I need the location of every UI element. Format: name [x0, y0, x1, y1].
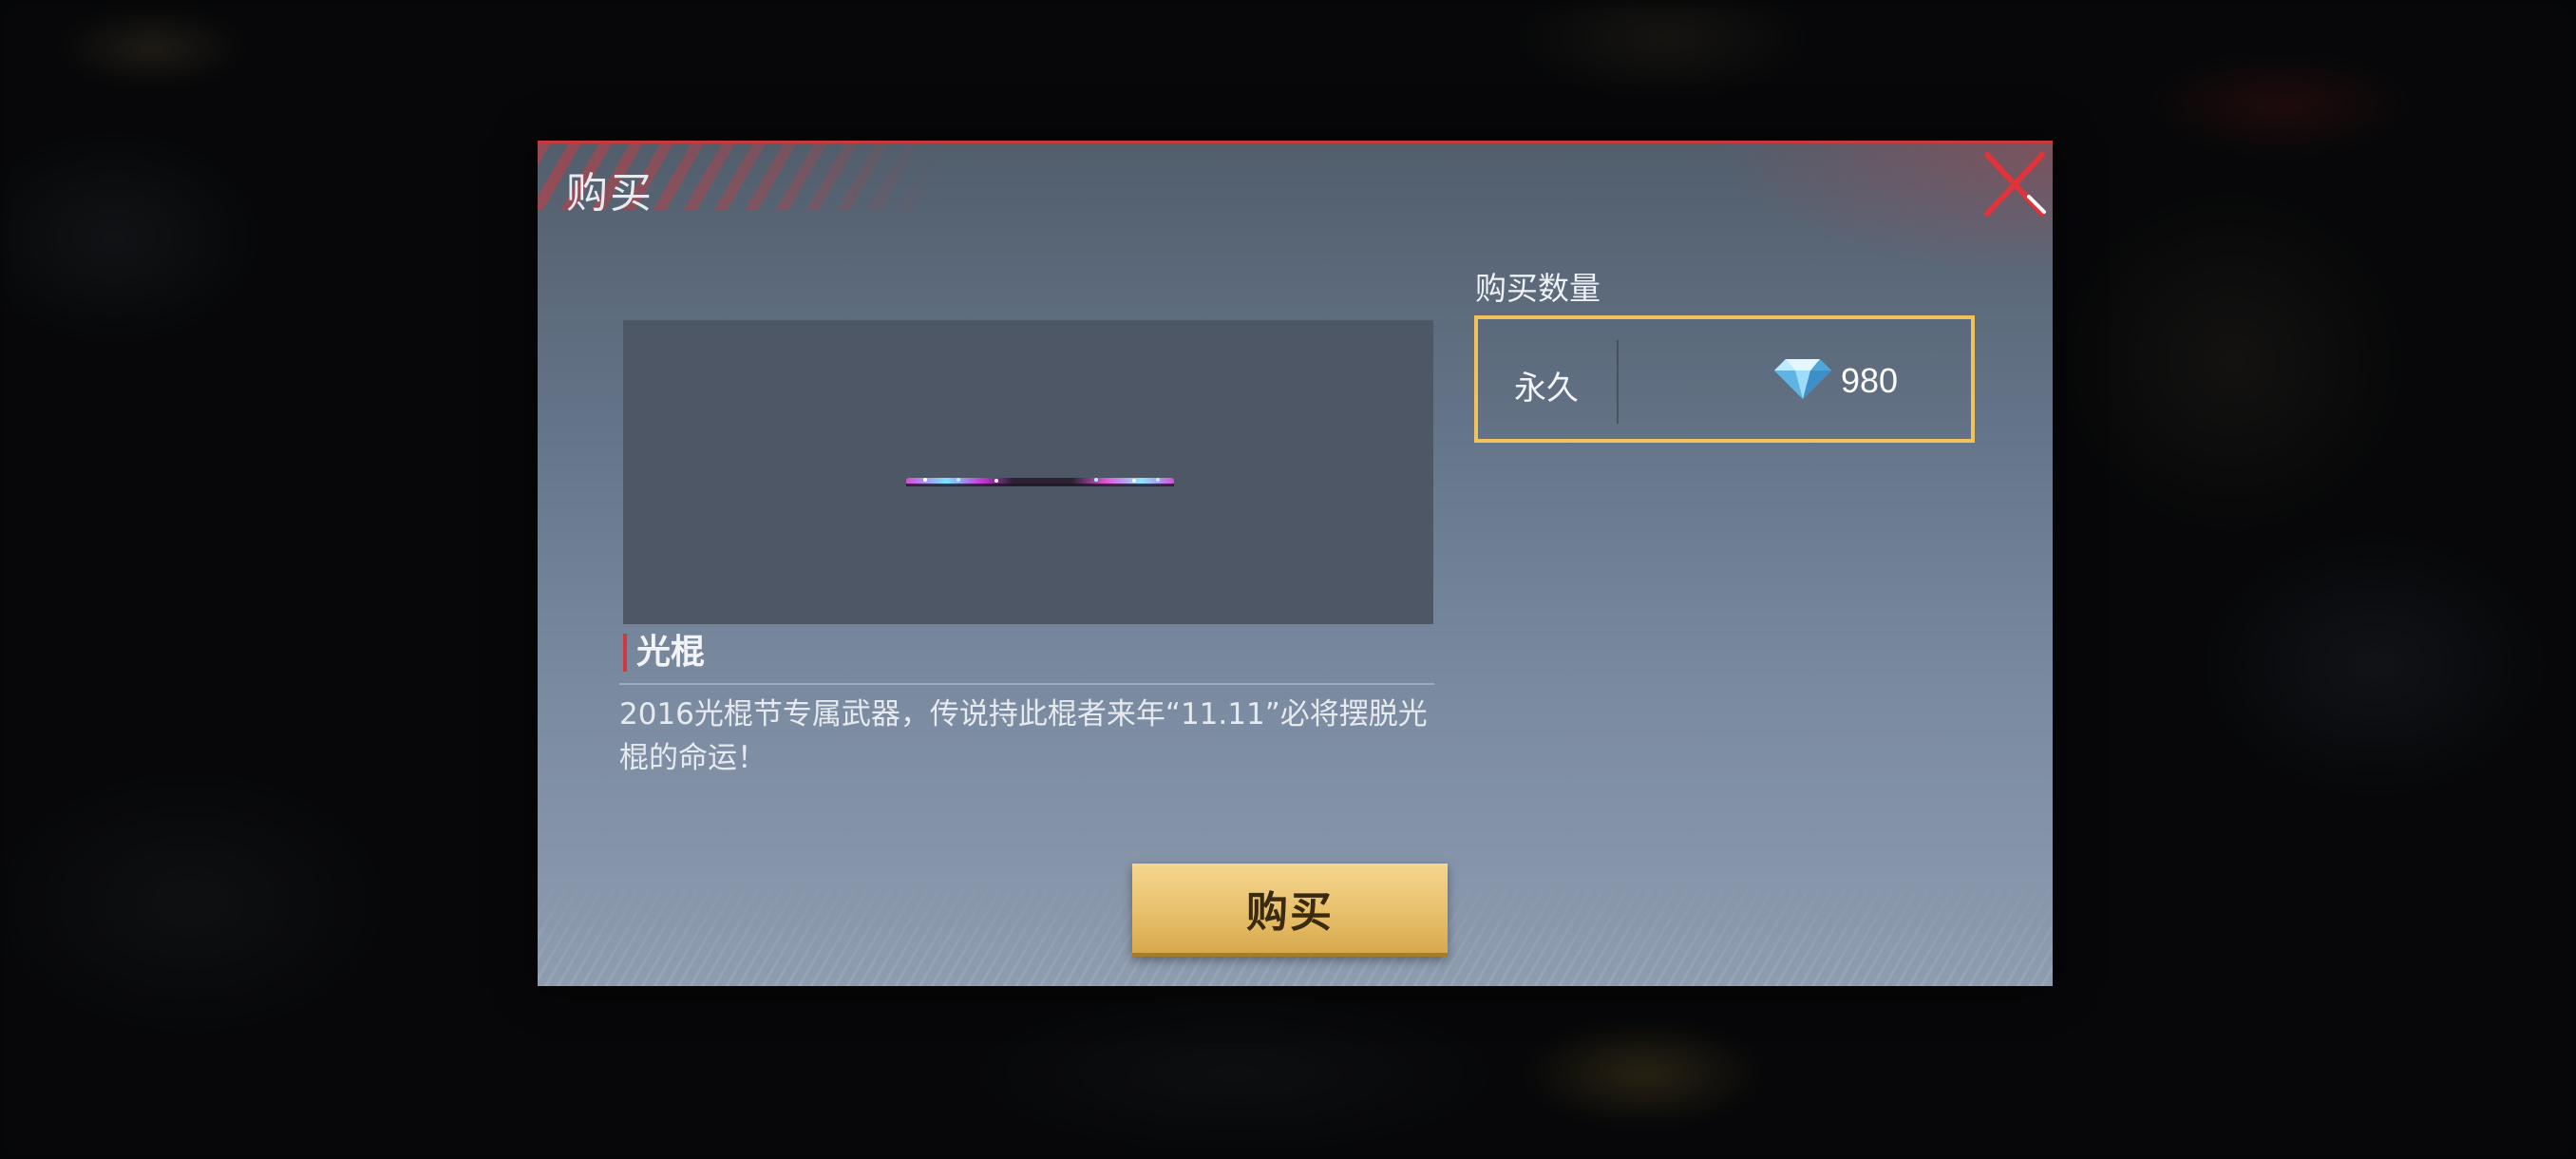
quantity-label: 购买数量	[1475, 270, 1601, 307]
duration-option-permanent[interactable]: 永久 980	[1474, 315, 1975, 443]
purchase-dialog: 购买 光棍 2016光棍节专属武器，传说持此棍者来年“11.11”必将摆脱光棍的…	[538, 141, 2053, 986]
option-divider	[1617, 340, 1619, 424]
option-price: 980	[1841, 361, 1899, 400]
dialog-title: 购买	[566, 169, 653, 218]
item-description: 2016光棍节专属武器，传说持此棍者来年“11.11”必将摆脱光棍的命运！	[619, 697, 1428, 775]
divider	[619, 683, 1434, 685]
buy-button[interactable]: 购买	[1132, 864, 1448, 957]
close-icon	[1984, 152, 2046, 217]
buy-button-label: 购买	[1246, 888, 1334, 937]
weapon-image	[906, 478, 1174, 486]
diamond-icon	[1774, 359, 1831, 399]
close-button[interactable]	[1981, 151, 2048, 218]
option-label: 永久	[1514, 370, 1579, 408]
item-preview	[623, 320, 1433, 624]
item-name: 光棍	[623, 634, 705, 672]
